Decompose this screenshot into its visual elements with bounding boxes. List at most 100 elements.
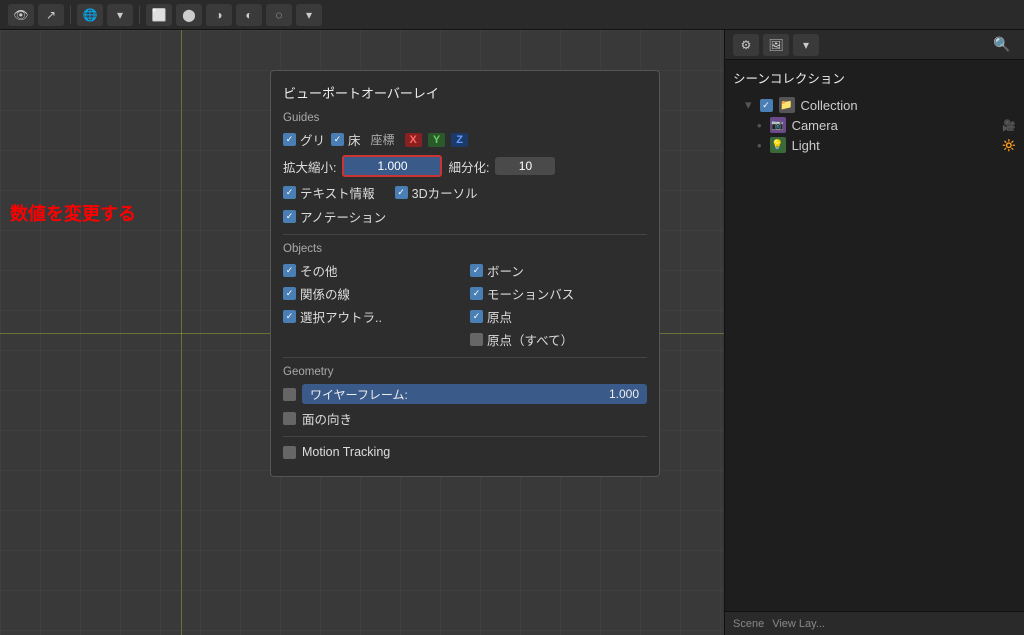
tree-line: ▾: [745, 97, 752, 113]
axis-x-button[interactable]: X: [405, 133, 422, 147]
label-annotation: アノテーション: [300, 207, 386, 226]
cb-collection-visible[interactable]: ✓: [760, 99, 773, 112]
checkbox-motion[interactable]: ✓ モーションバス: [470, 284, 647, 303]
search-icon[interactable]: 🔍: [988, 34, 1016, 56]
checkbox-bone[interactable]: ✓ ボーン: [470, 261, 647, 280]
divider-3: [283, 436, 647, 437]
outliner-item-camera[interactable]: • 📷 Camera 🎥: [733, 115, 1016, 135]
outliner-icon-filter[interactable]: ⚙: [733, 34, 759, 56]
cb-guri: ✓: [283, 133, 296, 146]
checkbox-guri[interactable]: ✓ グリ: [283, 130, 325, 149]
toolbar-icon-circle2[interactable]: ◑: [206, 4, 232, 26]
axis-y-button[interactable]: Y: [428, 133, 445, 147]
text-cursor-row: ✓ テキスト情報 ✓ 3Dカーソル: [283, 183, 647, 202]
label-bone: ボーン: [487, 261, 524, 280]
top-toolbar: 👁 ↗ 🌐 ▾ ⬜ ⬤ ◑ ◐ ◌ ▾: [0, 0, 1024, 30]
cb-yuka: ✓: [331, 133, 344, 146]
checkbox-textinfo[interactable]: ✓ テキスト情報: [283, 183, 375, 202]
label-camera: Camera: [792, 118, 838, 133]
checkbox-annotation[interactable]: ✓ アノテーション: [283, 207, 386, 226]
label-sentaku: 選択アウトラ..: [300, 307, 382, 326]
cb-textinfo: ✓: [283, 186, 296, 199]
outliner-status: Scene View Lay...: [725, 611, 1024, 635]
checkbox-cursor3d[interactable]: ✓ 3Dカーソル: [395, 183, 478, 202]
section-geometry-label: Geometry: [283, 366, 647, 378]
facedir-row: 面の向き: [283, 409, 647, 428]
toolbar-icon-eye[interactable]: 👁: [8, 4, 34, 26]
toolbar-icon-square[interactable]: ⬜: [146, 4, 172, 26]
zahyo-label: 座標: [371, 131, 395, 148]
section-guides-label: Guides: [283, 112, 647, 124]
subdivision-label: 細分化:: [448, 157, 489, 176]
camera-icon: 📷: [770, 117, 786, 133]
status-scene: Scene: [733, 618, 764, 630]
cb-genten-all: [470, 333, 483, 346]
checkbox-genten[interactable]: ✓ 原点: [470, 307, 647, 326]
status-viewlayer: View Lay...: [772, 618, 825, 630]
label-collection: Collection: [801, 98, 858, 113]
axis-z-button[interactable]: Z: [451, 133, 468, 147]
subdivision-input[interactable]: [495, 157, 555, 175]
divider-2: [283, 357, 647, 358]
viewport[interactable]: 数値を変更する ビューポートオーバーレイ Guides ✓ グリ ✓ 床 座標 …: [0, 30, 724, 635]
label-light: Light: [792, 138, 820, 153]
tree-line-camera: •: [757, 118, 762, 133]
label-motion: モーションバス: [487, 284, 574, 303]
camera-visibility-icon: 🎥: [1002, 119, 1016, 132]
toolbar-icon-dropdown[interactable]: ▾: [107, 4, 133, 26]
scale-label: 拡大縮小:: [283, 157, 336, 176]
light-visibility-icon: 🔆: [1002, 139, 1016, 152]
scale-row: 拡大縮小: 細分化:: [283, 155, 647, 177]
label-sonohe: その他: [300, 261, 338, 280]
checkbox-kankeisen[interactable]: ✓ 関係の線: [283, 284, 460, 303]
objects-grid: ✓ その他 ✓ ボーン ✓ 関係の線 ✓ モーションバス ✓ 選択アウトラ.: [283, 261, 647, 349]
outliner-title: シーンコレクション: [733, 68, 1016, 87]
outliner-content: シーンコレクション ▾ ✓ 📁 Collection • 📷 Camera 🎥 …: [725, 60, 1024, 611]
label-facedir: 面の向き: [302, 409, 352, 428]
checkbox-genten-all[interactable]: 原点（すべて）: [470, 330, 647, 349]
toolbar-icon-arrow[interactable]: ↗: [38, 4, 64, 26]
toolbar-icon-circle3[interactable]: ◐: [236, 4, 262, 26]
light-icon: 💡: [770, 137, 786, 153]
cb-bone: ✓: [470, 264, 483, 277]
checkbox-sentaku[interactable]: ✓ 選択アウトラ..: [283, 307, 460, 326]
outliner-item-collection[interactable]: ▾ ✓ 📁 Collection: [733, 95, 1016, 115]
toolbar-icon-circle4[interactable]: ◌: [266, 4, 292, 26]
wireframe-row: ワイヤーフレーム: 1.000: [283, 384, 647, 404]
collection-icon: 📁: [779, 97, 795, 113]
toolbar-separator: [70, 6, 71, 24]
cb-cursor3d: ✓: [395, 186, 408, 199]
outliner-item-light[interactable]: • 💡 Light 🔆: [733, 135, 1016, 155]
toolbar-separator-2: [139, 6, 140, 24]
checkbox-sonohe[interactable]: ✓ その他: [283, 261, 460, 280]
cb-sentaku: ✓: [283, 310, 296, 323]
label-cursor3d: 3Dカーソル: [412, 183, 478, 202]
cb-annotation: ✓: [283, 210, 296, 223]
scale-input[interactable]: [342, 155, 442, 177]
label-genten: 原点: [487, 307, 512, 326]
label-yuka: 床: [348, 130, 361, 149]
outliner-icon-image[interactable]: 🖼: [763, 34, 789, 56]
toolbar-icon-globe[interactable]: 🌐: [77, 4, 103, 26]
outliner-icon-dropdown[interactable]: ▾: [793, 34, 819, 56]
toolbar-icon-circle1[interactable]: ⬤: [176, 4, 202, 26]
checkbox-yuka[interactable]: ✓ 床: [331, 130, 361, 149]
label-textinfo: テキスト情報: [300, 183, 375, 202]
tree-line-light: •: [757, 138, 762, 153]
label-kankeisen: 関係の線: [300, 284, 350, 303]
main-area: 数値を変更する ビューポートオーバーレイ Guides ✓ グリ ✓ 床 座標 …: [0, 30, 1024, 635]
cb-facedir[interactable]: [283, 412, 296, 425]
divider-1: [283, 234, 647, 235]
label-genten-all: 原点（すべて）: [487, 330, 573, 349]
cb-wireframe[interactable]: [283, 388, 296, 401]
annotation-text: 数値を変更する: [10, 200, 136, 226]
toolbar-icon-dropdown2[interactable]: ▾: [296, 4, 322, 26]
label-motiontracking: Motion Tracking: [302, 445, 390, 459]
right-panel: ⚙ 🖼 ▾ 🔍 シーンコレクション ▾ ✓ 📁 Collection • 📷 C…: [724, 30, 1024, 635]
label-guri: グリ: [300, 130, 325, 149]
panel-title: ビューポートオーバーレイ: [283, 83, 647, 102]
cb-motiontracking[interactable]: [283, 446, 296, 459]
wireframe-value: 1.000: [609, 387, 639, 401]
cb-motion: ✓: [470, 287, 483, 300]
wireframe-bar[interactable]: ワイヤーフレーム: 1.000: [302, 384, 647, 404]
